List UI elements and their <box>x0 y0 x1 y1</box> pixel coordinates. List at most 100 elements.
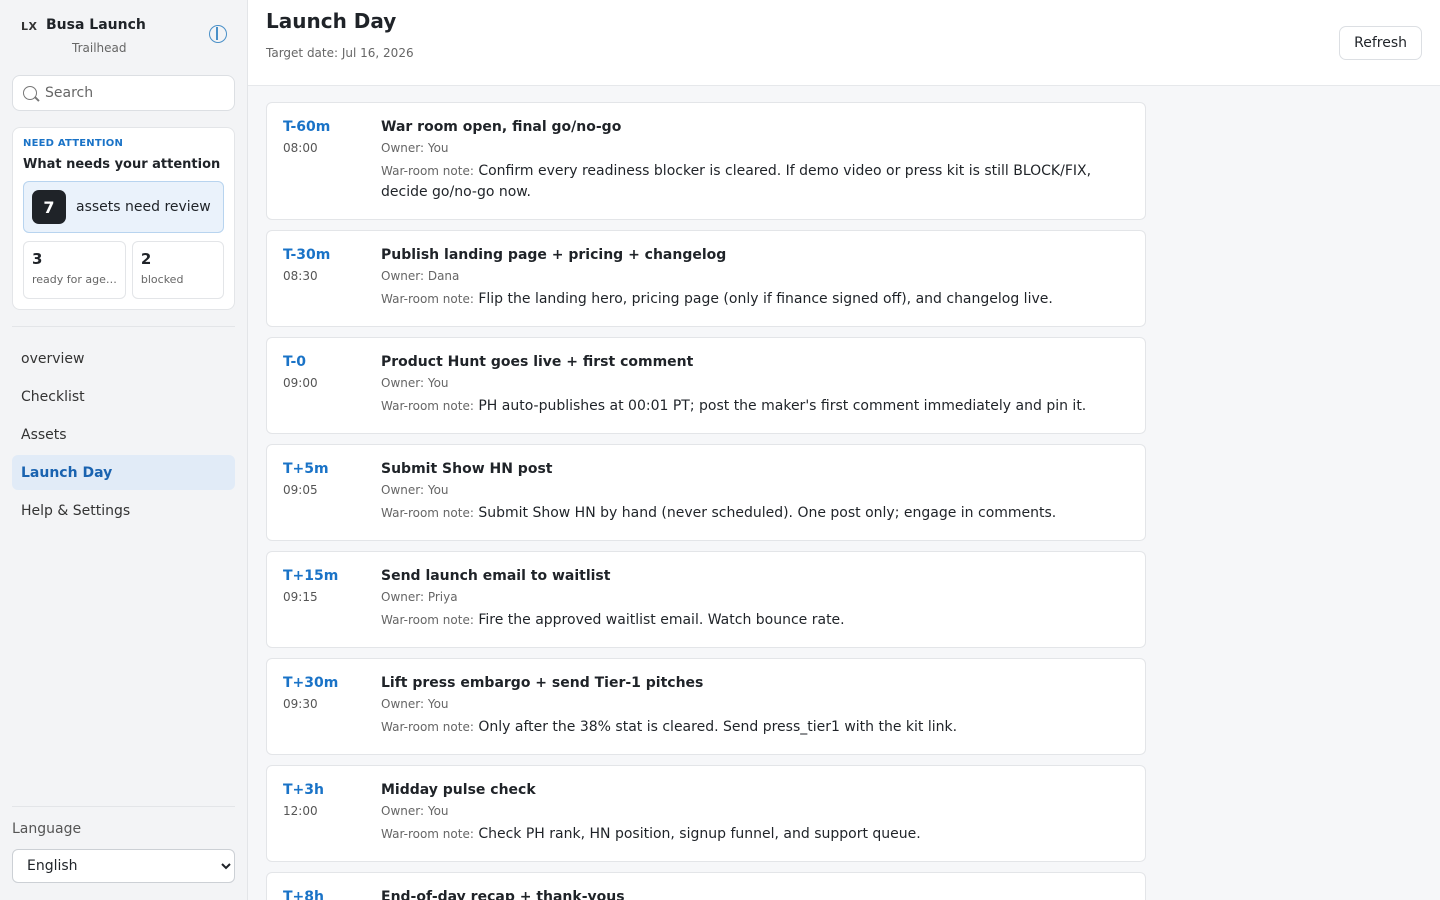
event-owner: Owner: Dana <box>381 269 460 283</box>
event-offset: T-30m <box>283 247 331 263</box>
timeline-event: T-0 09:00 Product Hunt goes live + first… <box>266 337 1146 434</box>
page-header: Launch Day Target date: Jul 16, 2026 Ref… <box>248 0 1440 86</box>
sidebar-footer: Language English <box>12 806 235 883</box>
main-content: Launch Day Target date: Jul 16, 2026 Ref… <box>248 0 1440 900</box>
review-label: assets need review <box>76 199 211 215</box>
attention-panel: NEED ATTENTION What needs your attention… <box>12 127 235 310</box>
event-offset: T+30m <box>283 675 339 691</box>
brand: LX Busa Launch Trailhead <box>12 0 235 66</box>
sidebar-item-overview[interactable]: overview <box>12 341 235 376</box>
event-owner: Owner: You <box>381 804 449 818</box>
event-clock: 08:00 <box>283 141 318 155</box>
timeline-event: T+8h End-of-day recap + thank-yous <box>266 872 1146 900</box>
brand-subtitle: Trailhead <box>72 41 127 55</box>
event-time: T+8h <box>283 889 381 900</box>
sidebar-divider <box>12 326 235 327</box>
sidebar-toggle-icon[interactable] <box>209 25 227 43</box>
event-note-label: War-room note: <box>381 613 474 627</box>
timeline-event: T-60m 08:00 War room open, final go/no-g… <box>266 102 1146 220</box>
sidebar-nav: overview Checklist Assets Launch Day Hel… <box>12 341 235 528</box>
event-note: War-room note: Fire the approved waitlis… <box>381 610 1129 631</box>
event-title: Send launch email to waitlist <box>381 568 611 584</box>
attention-title: What needs your attention <box>23 157 221 172</box>
search-icon <box>23 86 37 100</box>
event-body: War room open, final go/no-go Owner: You… <box>381 119 1129 203</box>
event-note: War-room note: Submit Show HN by hand (n… <box>381 503 1129 524</box>
timeline-event: T+5m 09:05 Submit Show HN post Owner: Yo… <box>266 444 1146 541</box>
event-time: T-30m 08:30 <box>283 247 381 310</box>
event-body: End-of-day recap + thank-yous <box>381 889 1129 900</box>
event-offset: T+15m <box>283 568 339 584</box>
event-owner: Owner: You <box>381 697 449 711</box>
event-note-label: War-room note: <box>381 399 474 413</box>
timeline-event: T+30m 09:30 Lift press embargo + send Ti… <box>266 658 1146 755</box>
event-note-text: Flip the landing hero, pricing page (onl… <box>478 291 1053 307</box>
sidebar-item-assets[interactable]: Assets <box>12 417 235 452</box>
event-clock: 12:00 <box>283 804 318 818</box>
language-label: Language <box>12 821 82 837</box>
event-time: T+30m 09:30 <box>283 675 381 738</box>
event-note: War-room note: PH auto-publishes at 00:0… <box>381 396 1129 417</box>
brand-logo: LX <box>21 20 38 33</box>
sidebar: LX Busa Launch Trailhead NEED ATTENTION … <box>0 0 248 900</box>
event-note: War-room note: Confirm every readiness b… <box>381 161 1129 203</box>
event-offset: T-0 <box>283 354 307 370</box>
event-time: T+5m 09:05 <box>283 461 381 524</box>
attention-eyebrow: NEED ATTENTION <box>23 138 124 149</box>
event-note-text: Only after the 38% stat is cleared. Send… <box>478 719 958 735</box>
event-title: End-of-day recap + thank-yous <box>381 889 625 900</box>
event-title: Product Hunt goes live + first comment <box>381 354 694 370</box>
event-offset: T+8h <box>283 889 324 900</box>
review-count-badge: 7 <box>32 190 66 224</box>
event-owner: Owner: Priya <box>381 590 458 604</box>
stat-blocked-card[interactable]: 2 blocked <box>131 241 224 299</box>
search-box[interactable] <box>12 75 235 111</box>
event-note: War-room note: Only after the 38% stat i… <box>381 717 1129 738</box>
event-owner: Owner: You <box>381 483 449 497</box>
event-body: Submit Show HN post Owner: You War-room … <box>381 461 1129 524</box>
search-input[interactable] <box>45 85 215 101</box>
event-note: War-room note: Flip the landing hero, pr… <box>381 289 1129 310</box>
assets-review-card[interactable]: 7 assets need review <box>23 181 224 233</box>
language-select[interactable]: English <box>12 849 235 883</box>
event-title: Publish landing page + pricing + changel… <box>381 247 727 263</box>
refresh-button[interactable]: Refresh <box>1339 26 1422 60</box>
event-note-label: War-room note: <box>381 827 474 841</box>
event-title: Submit Show HN post <box>381 461 553 477</box>
event-owner: Owner: You <box>381 141 449 155</box>
sidebar-item-launch-day[interactable]: Launch Day <box>12 455 235 490</box>
event-title: War room open, final go/no-go <box>381 119 622 135</box>
stat-ready-label: ready for age… <box>32 273 117 286</box>
event-clock: 09:00 <box>283 376 318 390</box>
event-clock: 09:30 <box>283 697 318 711</box>
sidebar-item-checklist[interactable]: Checklist <box>12 379 235 414</box>
stat-ready-count: 3 <box>32 250 43 268</box>
event-note-text: Confirm every readiness blocker is clear… <box>381 163 1092 200</box>
event-owner: Owner: You <box>381 376 449 390</box>
event-body: Midday pulse check Owner: You War-room n… <box>381 782 1129 845</box>
event-note: War-room note: Check PH rank, HN positio… <box>381 824 1129 845</box>
event-note-text: Fire the approved waitlist email. Watch … <box>478 612 845 628</box>
event-time: T-60m 08:00 <box>283 119 381 203</box>
sidebar-item-help-settings[interactable]: Help & Settings <box>12 493 235 528</box>
event-note-label: War-room note: <box>381 164 474 178</box>
event-clock: 08:30 <box>283 269 318 283</box>
stat-ready-card[interactable]: 3 ready for age… <box>23 241 126 299</box>
event-clock: 09:05 <box>283 483 318 497</box>
event-note-text: Check PH rank, HN position, signup funne… <box>478 826 921 842</box>
attention-stats: 3 ready for age… 2 blocked <box>23 241 224 299</box>
timeline-event: T-30m 08:30 Publish landing page + prici… <box>266 230 1146 327</box>
event-body: Product Hunt goes live + first comment O… <box>381 354 1129 417</box>
event-offset: T-60m <box>283 119 331 135</box>
page-title: Launch Day <box>266 9 397 33</box>
event-time: T+3h 12:00 <box>283 782 381 845</box>
stat-blocked-count: 2 <box>140 250 152 268</box>
event-note-label: War-room note: <box>381 720 474 734</box>
event-time: T-0 09:00 <box>283 354 381 417</box>
stat-blocked-label: blocked <box>140 273 184 286</box>
event-title: Lift press embargo + send Tier-1 pitches <box>381 675 704 691</box>
target-date: Target date: Jul 16, 2026 <box>266 46 414 60</box>
event-note-label: War-room note: <box>381 292 474 306</box>
launch-timeline: T-60m 08:00 War room open, final go/no-g… <box>266 102 1146 900</box>
timeline-event: T+15m 09:15 Send launch email to waitlis… <box>266 551 1146 648</box>
